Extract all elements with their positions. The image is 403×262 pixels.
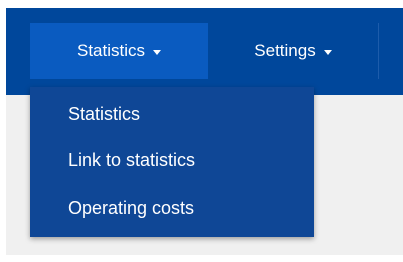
dropdown-item-link-to-statistics[interactable]: Link to statistics [68, 149, 195, 171]
nav-settings-label: Settings [254, 41, 316, 60]
nav-settings-menu[interactable]: Settings [216, 23, 370, 79]
nav-statistics-menu[interactable]: Statistics [30, 23, 208, 79]
main-navbar: Statistics Settings [6, 8, 403, 95]
caret-down-icon [323, 49, 332, 55]
dropdown-item-operating-costs[interactable]: Operating costs [68, 197, 194, 219]
statistics-dropdown-menu: Statistics Link to statistics Operating … [30, 87, 314, 237]
dropdown-item-statistics[interactable]: Statistics [68, 103, 140, 125]
nav-divider [378, 23, 379, 79]
caret-down-icon [153, 49, 162, 55]
nav-statistics-label: Statistics [76, 41, 146, 60]
